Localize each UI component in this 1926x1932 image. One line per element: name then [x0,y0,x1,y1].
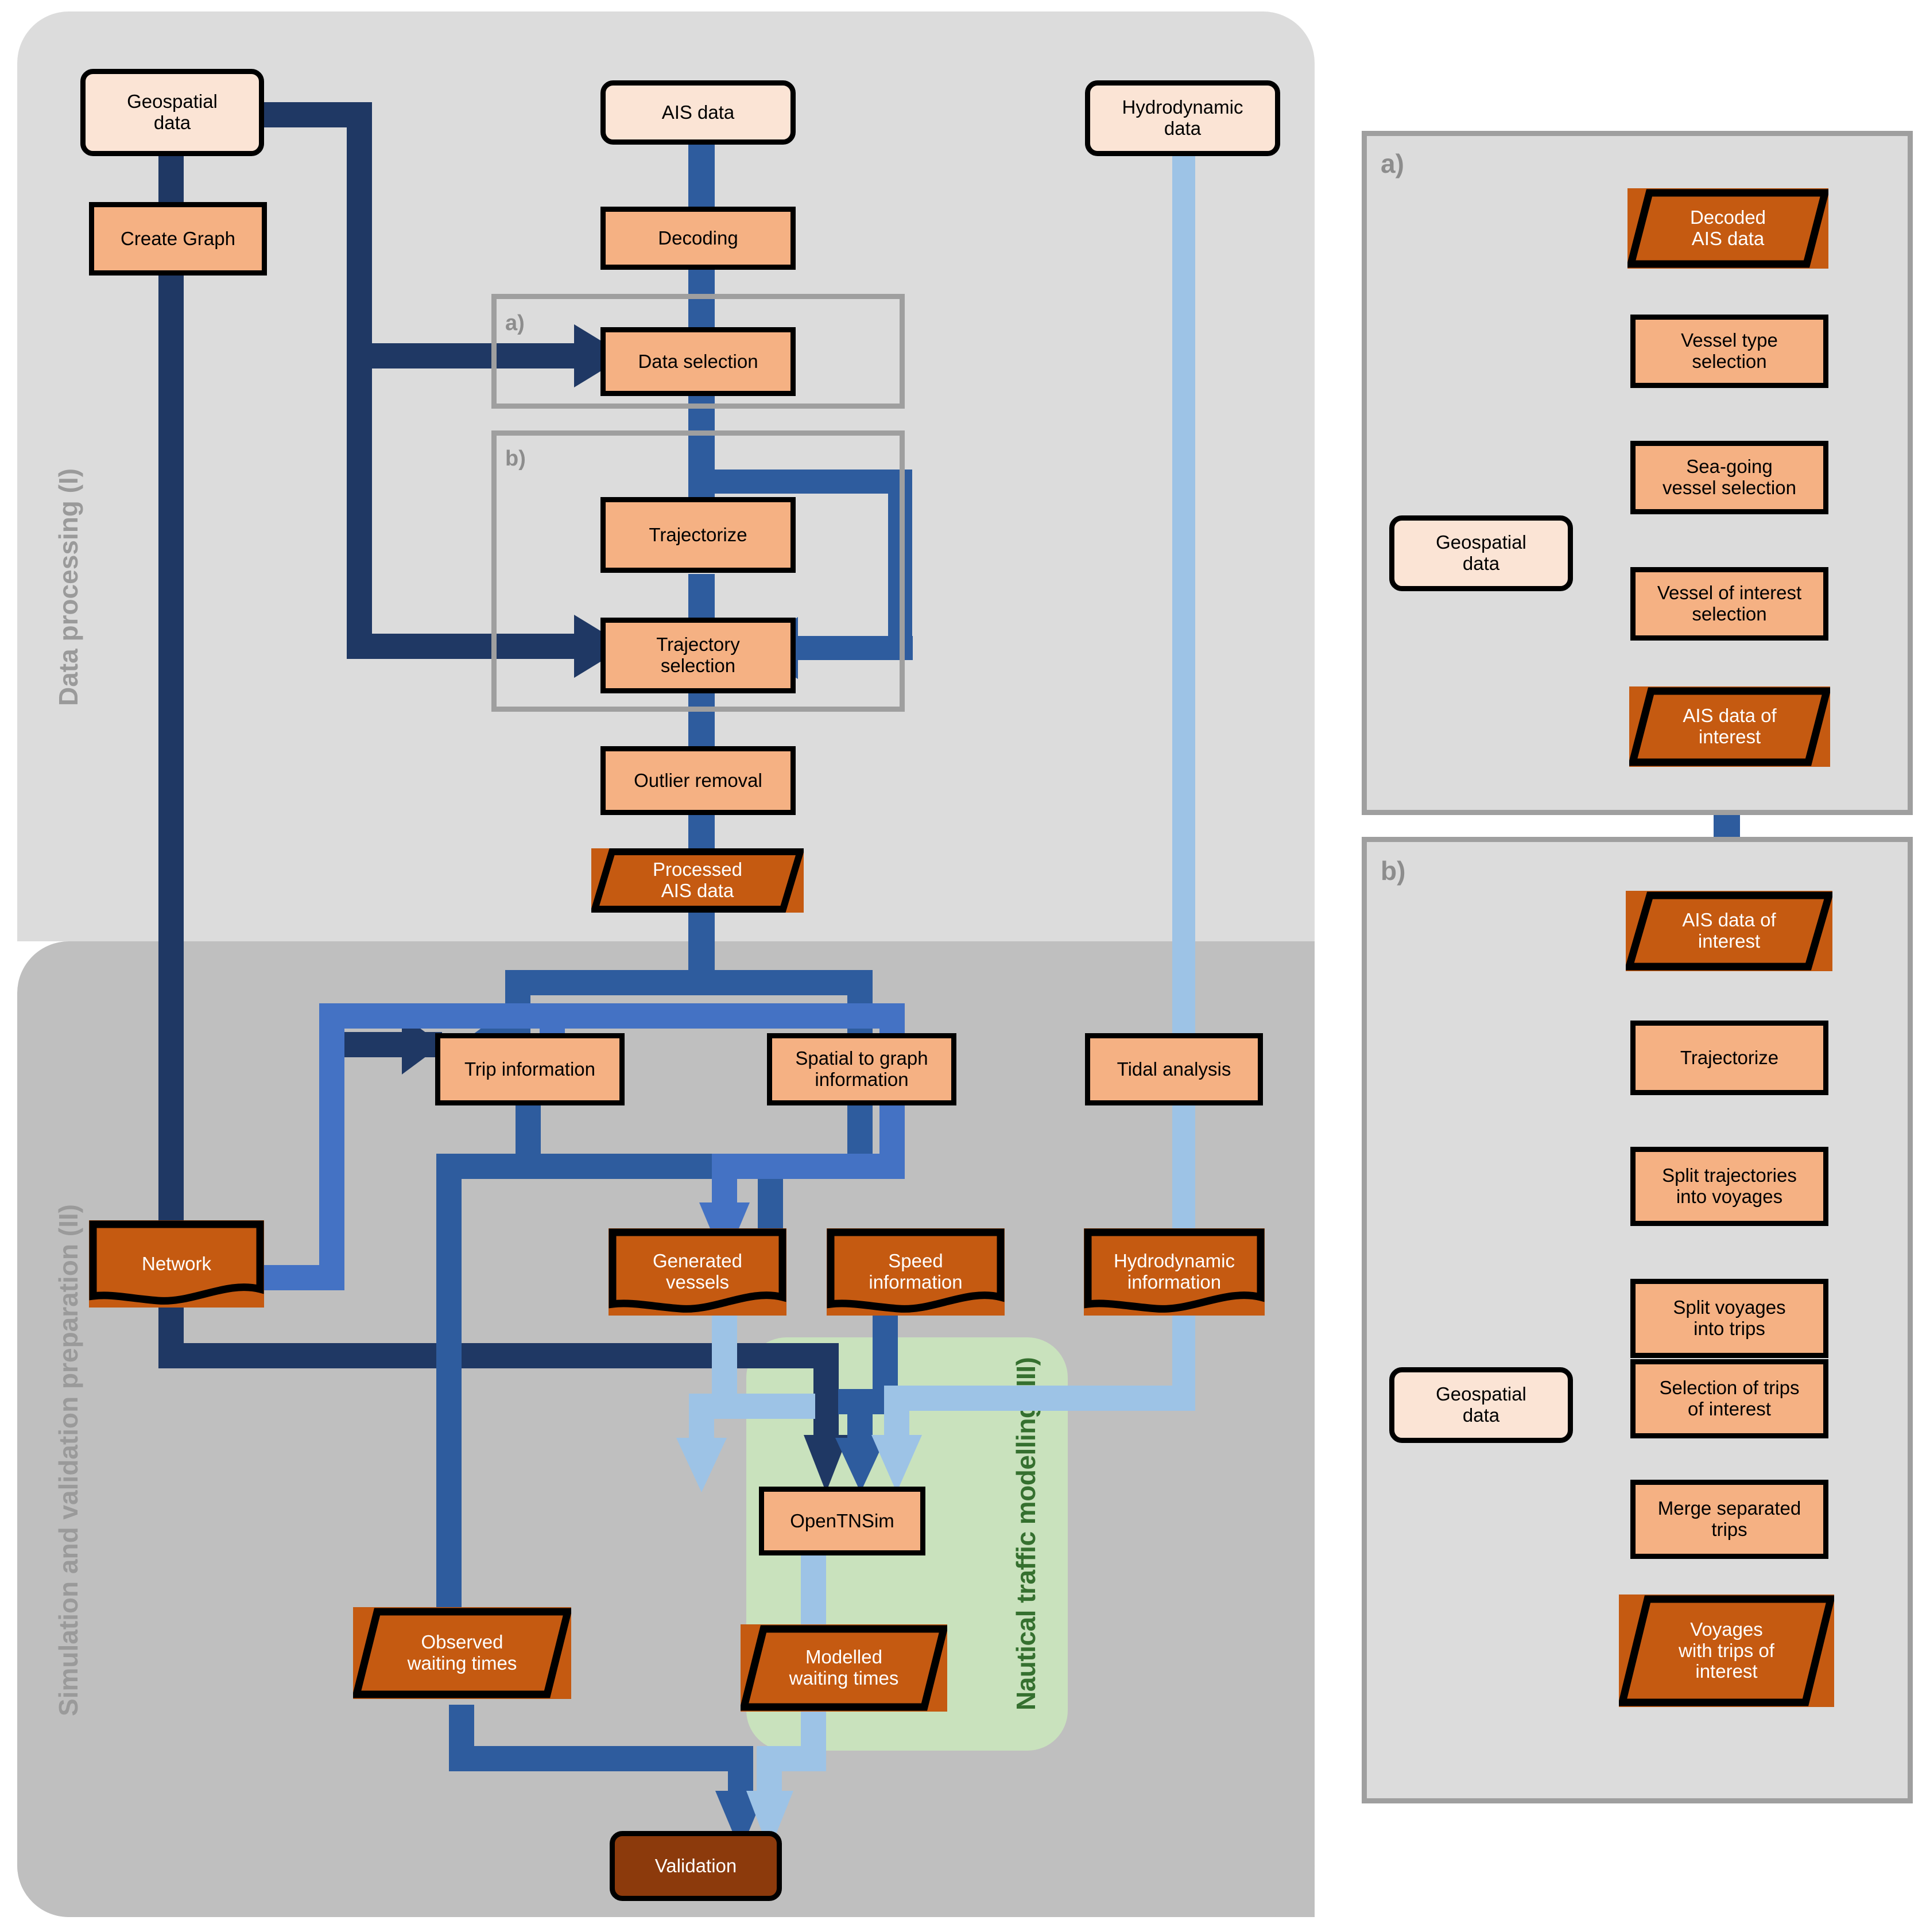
node-speed-information-label: Speed information [869,1250,963,1293]
node-a-geospatial-data[interactable]: Geospatial data [1389,515,1573,591]
node-b-selection-of-trips-of-interest-label: Selection of trips of interest [1659,1377,1800,1419]
node-observed-waiting-times[interactable]: Observed waiting times [353,1607,571,1699]
node-create-graph-label: Create Graph [121,227,235,249]
node-decoding[interactable]: Decoding [600,207,796,270]
group-box-a-letter: a) [505,311,525,335]
node-ais-data-label: AIS data [661,101,735,123]
node-b-ais-data-of-interest-label: AIS data of interest [1682,909,1776,952]
node-create-graph[interactable]: Create Graph [89,202,267,276]
node-decoding-label: Decoding [658,227,738,249]
node-a-decoded-ais-data-label: Decoded AIS data [1689,207,1766,249]
node-a-ais-data-of-interest[interactable]: AIS data of interest [1629,686,1830,767]
node-b-split-voyages-into-trips-label: Split voyages into trips [1673,1297,1786,1339]
node-generated-vessels-label: Generated vessels [653,1250,742,1293]
subpanel-b-letter: b) [1381,856,1406,886]
node-a-sea-going-vessel-selection[interactable]: Sea-going vessel selection [1630,441,1828,514]
node-hydrodynamic-information[interactable]: Hydrodynamic information [1084,1228,1265,1316]
node-spatial-to-graph-information-label: Spatial to graph information [795,1048,928,1090]
node-data-selection[interactable]: Data selection [600,327,796,396]
node-hydrodynamic-data-label: Hydrodynamic data [1122,96,1243,139]
node-b-trajectorize-label: Trajectorize [1680,1046,1779,1068]
node-geospatial-data-label: Geospatial data [127,91,218,133]
node-b-geospatial-data-label: Geospatial data [1436,1383,1526,1426]
node-trip-information[interactable]: Trip information [435,1033,625,1105]
node-tidal-analysis-label: Tidal analysis [1117,1058,1231,1080]
node-validation-label: Validation [654,1855,737,1876]
node-spatial-to-graph-information[interactable]: Spatial to graph information [767,1033,956,1105]
node-ais-data[interactable]: AIS data [600,80,796,145]
node-modelled-waiting-times[interactable]: Modelled waiting times [741,1624,947,1712]
node-trajectorize-label: Trajectorize [649,523,747,545]
node-a-ais-data-of-interest-label: AIS data of interest [1683,705,1777,747]
node-b-voyages-with-trips-of-interest[interactable]: Voyages with trips of interest [1619,1595,1834,1707]
node-a-vessel-type-selection[interactable]: Vessel type selection [1630,315,1828,388]
node-opentnsim-label: OpenTNSim [790,1510,894,1531]
node-processed-ais-data[interactable]: Processed AIS data [591,848,804,913]
node-outlier-removal-label: Outlier removal [634,769,762,791]
stage-label-data-processing: Data processing (I) [53,468,83,706]
node-b-merge-separated-trips[interactable]: Merge separated trips [1630,1480,1828,1559]
node-opentnsim[interactable]: OpenTNSim [759,1487,925,1555]
node-outlier-removal[interactable]: Outlier removal [600,746,796,815]
nautical-traffic-modelling-label: Nautical traffic modelling (III) [1011,1357,1041,1710]
node-a-vessel-of-interest-selection[interactable]: Vessel of interest selection [1630,567,1828,641]
node-b-geospatial-data[interactable]: Geospatial data [1389,1367,1573,1443]
node-b-ais-data-of-interest[interactable]: AIS data of interest [1626,891,1832,971]
node-trajectory-selection[interactable]: Trajectory selection [600,618,796,693]
node-validation[interactable]: Validation [610,1831,782,1901]
node-b-split-trajectories-into-voyages[interactable]: Split trajectories into voyages [1630,1147,1828,1226]
node-network[interactable]: Network [89,1220,264,1308]
subpanel-a-letter: a) [1381,149,1404,179]
node-b-selection-of-trips-of-interest[interactable]: Selection of trips of interest [1630,1359,1828,1438]
node-trajectorize[interactable]: Trajectorize [600,497,796,573]
node-tidal-analysis[interactable]: Tidal analysis [1085,1033,1263,1105]
node-a-sea-going-vessel-selection-label: Sea-going vessel selection [1663,456,1796,498]
stage-label-simulation: Simulation and validation preparation (I… [53,1204,83,1716]
node-a-decoded-ais-data[interactable]: Decoded AIS data [1627,188,1828,269]
node-hydrodynamic-data[interactable]: Hydrodynamic data [1085,80,1280,156]
node-generated-vessels[interactable]: Generated vessels [609,1228,786,1316]
node-geospatial-data[interactable]: Geospatial data [80,69,264,156]
node-speed-information[interactable]: Speed information [827,1228,1005,1316]
node-hydrodynamic-information-label: Hydrodynamic information [1114,1250,1235,1293]
node-a-vessel-type-selection-label: Vessel type selection [1681,329,1778,372]
node-a-vessel-of-interest-selection-label: Vessel of interest selection [1657,582,1802,624]
node-trajectory-selection-label: Trajectory selection [656,634,740,676]
node-a-geospatial-data-label: Geospatial data [1436,532,1526,574]
node-data-selection-label: Data selection [638,350,758,372]
node-trip-information-label: Trip information [464,1058,596,1080]
node-b-voyages-with-trips-of-interest-label: Voyages with trips of interest [1679,1618,1774,1682]
group-box-b-letter: b) [505,447,526,471]
node-b-split-voyages-into-trips[interactable]: Split voyages into trips [1630,1279,1828,1358]
node-observed-waiting-times-label: Observed waiting times [407,1631,517,1674]
node-modelled-waiting-times-label: Modelled waiting times [789,1646,899,1689]
node-b-merge-separated-trips-label: Merge separated trips [1657,1498,1801,1540]
node-network-label: Network [141,1252,212,1274]
node-b-split-trajectories-into-voyages-label: Split trajectories into voyages [1662,1165,1797,1207]
node-b-trajectorize[interactable]: Trajectorize [1630,1021,1828,1095]
node-processed-ais-data-label: Processed AIS data [653,859,742,901]
